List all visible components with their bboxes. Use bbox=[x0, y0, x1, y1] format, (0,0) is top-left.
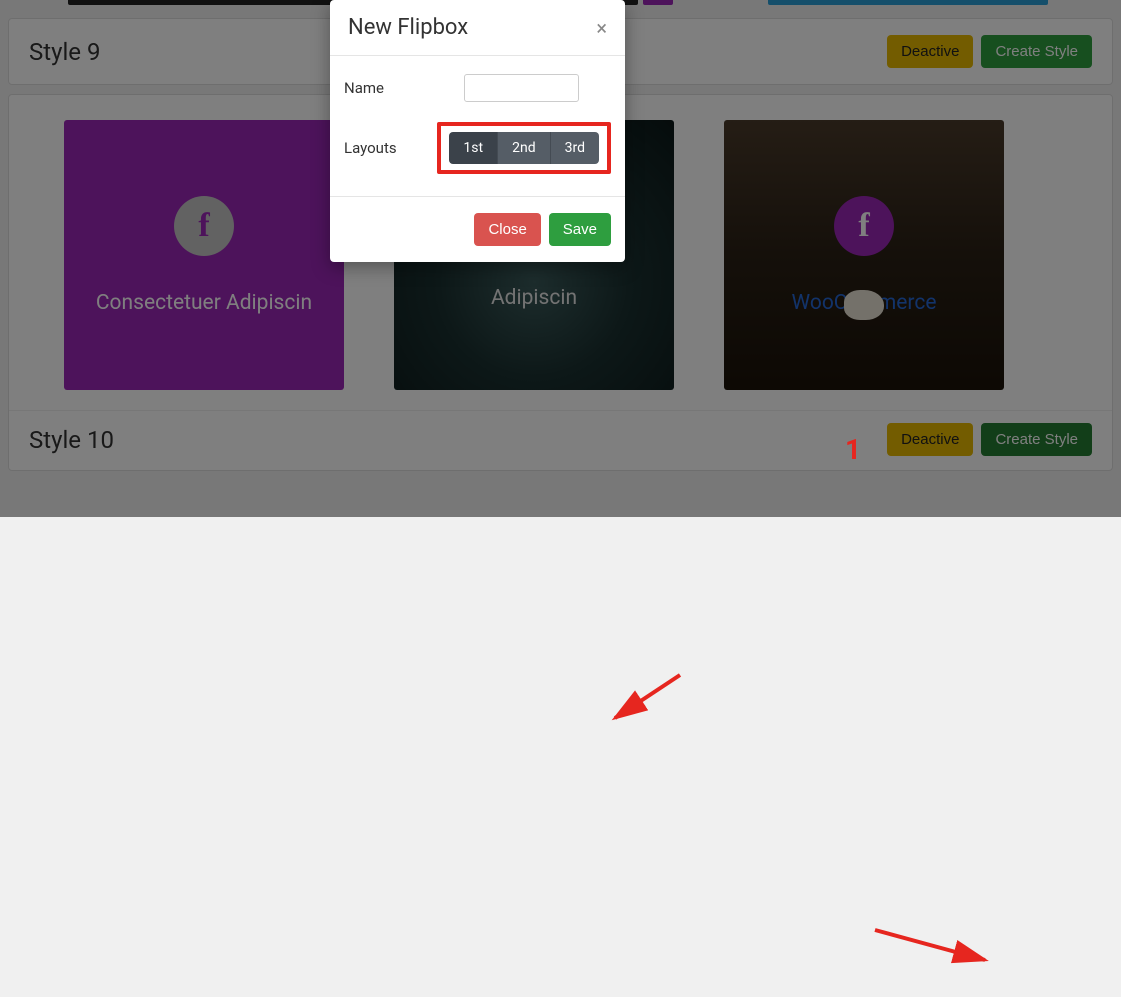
layouts-row: Layouts 1st 2nd 3rd bbox=[344, 122, 611, 174]
modal-title: New Flipbox bbox=[348, 15, 468, 40]
modal-body: Name Layouts 1st 2nd 3rd bbox=[330, 55, 625, 196]
close-button[interactable]: Close bbox=[474, 213, 540, 246]
new-flipbox-modal: New Flipbox × Name Layouts 1st 2nd 3rd C… bbox=[330, 0, 625, 262]
modal-header: New Flipbox × bbox=[330, 0, 625, 55]
layout-option-3rd[interactable]: 3rd bbox=[551, 132, 599, 164]
annotation-arrows bbox=[0, 480, 1121, 997]
layouts-label: Layouts bbox=[344, 139, 437, 157]
layout-option-2nd[interactable]: 2nd bbox=[498, 132, 551, 164]
layouts-segmented-control: 1st 2nd 3rd bbox=[449, 132, 599, 164]
modal-footer: Close Save bbox=[330, 196, 625, 262]
name-row: Name bbox=[344, 74, 611, 102]
layouts-highlight-box: 1st 2nd 3rd bbox=[437, 122, 611, 174]
name-label: Name bbox=[344, 79, 464, 97]
name-input[interactable] bbox=[464, 74, 579, 102]
save-button[interactable]: Save bbox=[549, 213, 611, 246]
close-icon[interactable]: × bbox=[596, 18, 607, 38]
layout-option-1st[interactable]: 1st bbox=[449, 132, 498, 164]
